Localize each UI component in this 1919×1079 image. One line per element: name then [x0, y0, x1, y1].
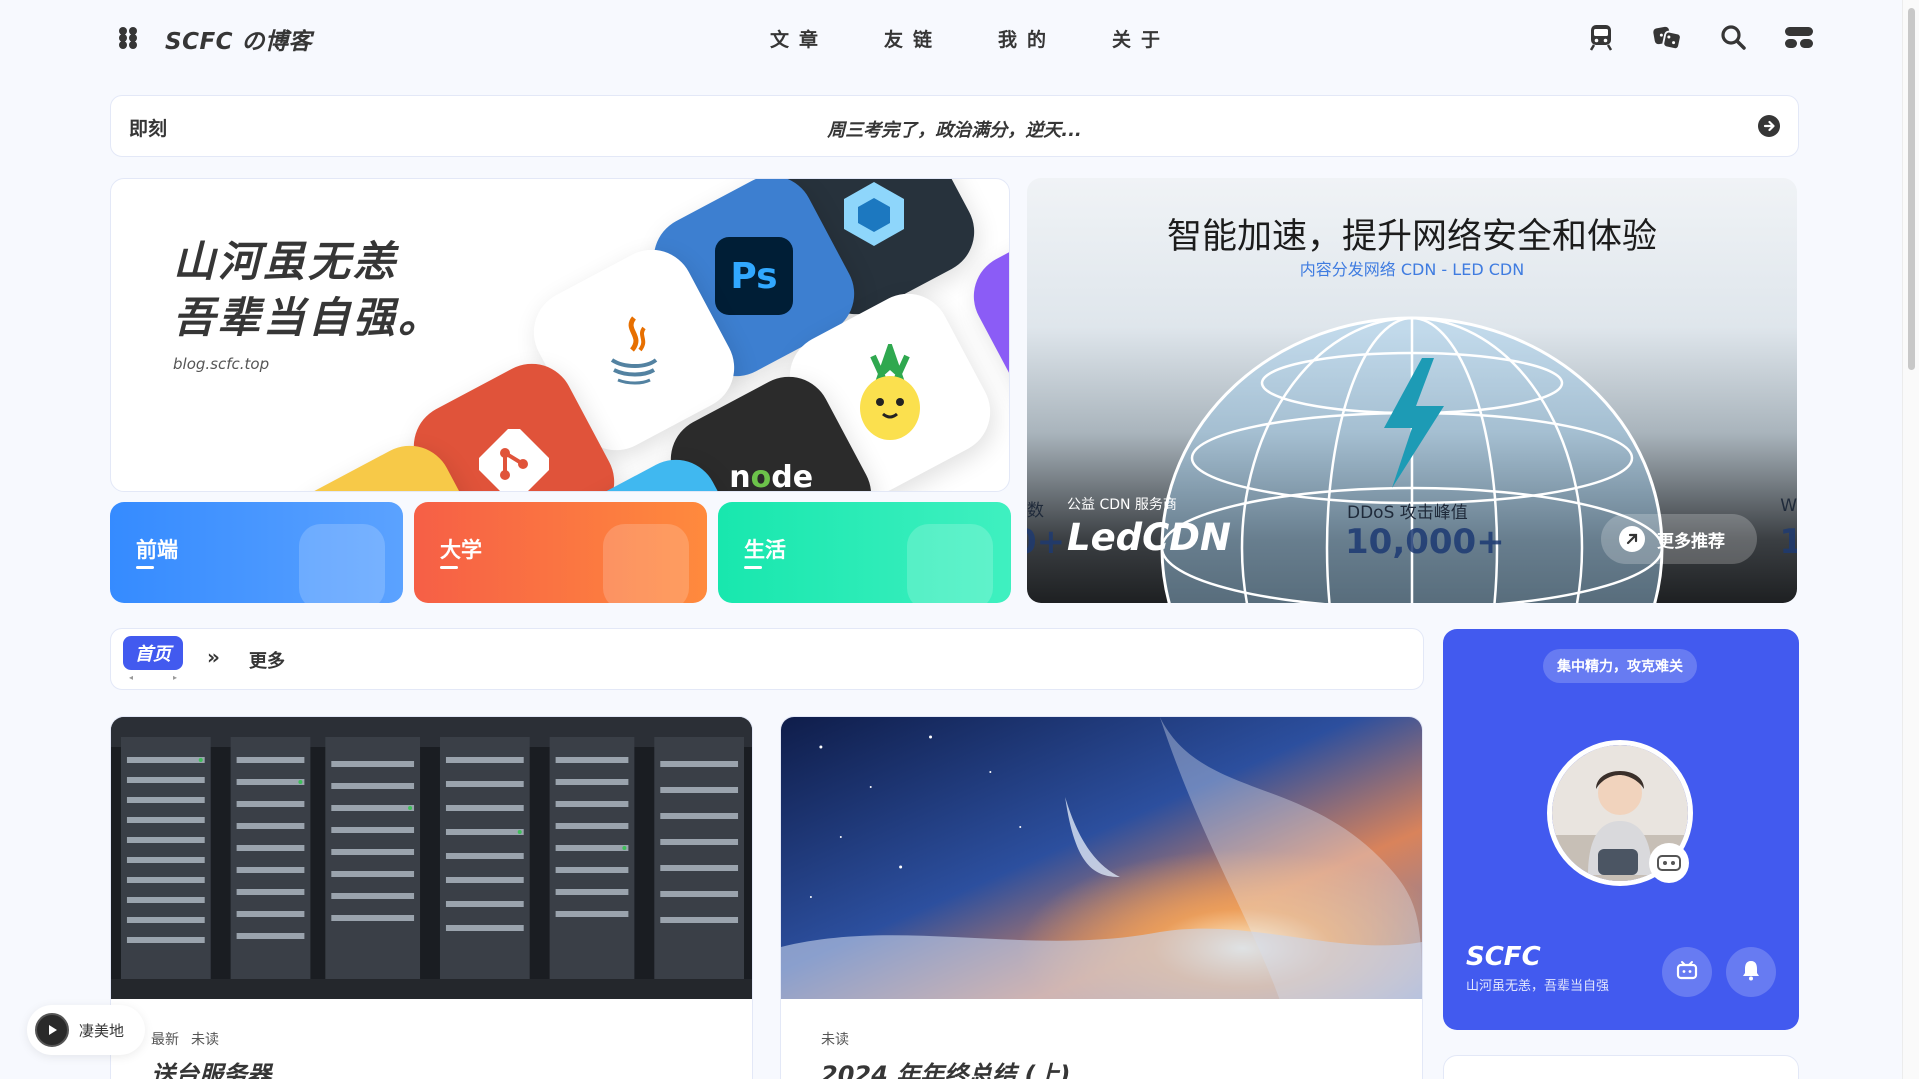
arrow-up-right-icon: [1619, 526, 1645, 552]
post-title[interactable]: 2024 年年终总结 (上): [821, 1055, 1070, 1079]
bell-icon: [1741, 959, 1761, 985]
status-badge-icon: [1649, 843, 1689, 883]
ad-subtitle: 内容分发网络 CDN - LED CDN: [1299, 260, 1525, 279]
hero-title-line1: 山河虽无恙: [173, 237, 399, 286]
search-icon[interactable]: [1718, 22, 1748, 52]
hero-title: 山河虽无恙 吾辈当自强。: [173, 234, 443, 346]
category-frontend[interactable]: 前端: [110, 502, 403, 603]
menu-item-mine[interactable]: 我的: [998, 25, 1056, 52]
ad-tagline: 公益 CDN 服务商: [1067, 497, 1177, 513]
train-icon[interactable]: [1586, 22, 1616, 52]
tab-scroll-indicator: ◂▸: [129, 673, 218, 682]
bilibili-icon: [1676, 960, 1698, 984]
server-rack-image: [111, 717, 752, 999]
ad-brand: LedCDN: [1067, 516, 1231, 559]
bulletin-bar[interactable]: 即刻 周三考完了，政治满分，逆天...: [110, 95, 1799, 157]
bilibili-button[interactable]: [1662, 947, 1712, 997]
post-card[interactable]: 最新 未读 送台服务器: [110, 716, 753, 1079]
category-frontend-label: 前端: [136, 534, 178, 569]
ad-banner[interactable]: 智能加速，提升网络安全和体验 内容分发网络 CDN - LED CDN 数 0+…: [1027, 178, 1797, 603]
menu-item-friends[interactable]: 友链: [884, 25, 942, 52]
menu-item-about[interactable]: 关于: [1112, 25, 1170, 52]
main-menu: 文章 友链 我的 关于: [770, 25, 1170, 52]
ad-edge-right-label: W: [1780, 496, 1797, 516]
author-description: 山河虽无恙，吾辈当自强: [1466, 979, 1610, 994]
ad-stat-label: DDoS 攻击峰值: [1347, 503, 1468, 523]
category-life[interactable]: 生活: [718, 502, 1011, 603]
tab-more[interactable]: 更多: [249, 647, 285, 673]
post-title[interactable]: 送台服务器: [151, 1055, 271, 1079]
bulletin-message[interactable]: 周三考完了，政治满分，逆天...: [111, 116, 1798, 142]
ad-edge-right-value: 1: [1779, 522, 1797, 562]
site-brand[interactable]: SCFC の博客: [165, 22, 312, 56]
notification-button[interactable]: [1726, 947, 1776, 997]
category-tabs-bar: 首页 ◂▸ » 更多: [110, 628, 1424, 690]
more-recommend-button[interactable]: 更多推荐: [1601, 514, 1757, 564]
menu-item-articles[interactable]: 文章: [770, 25, 828, 52]
music-player[interactable]: 凄美地: [27, 1005, 145, 1055]
bird-icon: [299, 524, 385, 603]
sidebar-card: [1443, 1055, 1799, 1079]
tag-unread[interactable]: 未读: [821, 1029, 849, 1049]
play-icon[interactable]: [35, 1013, 69, 1047]
double-chevron-icon[interactable]: »: [207, 645, 220, 669]
random-dice-icon[interactable]: [1652, 22, 1682, 52]
category-university[interactable]: 大学: [414, 502, 707, 603]
nav-tools: [1586, 22, 1814, 52]
photoshop-logo-text: Ps: [715, 237, 793, 315]
more-recommend-label: 更多推荐: [1657, 531, 1725, 552]
ad-headline: 智能加速，提升网络安全和体验: [1166, 217, 1657, 257]
category-life-label: 生活: [744, 534, 786, 569]
grid-menu-icon[interactable]: [118, 26, 140, 50]
song-title: 凄美地: [79, 1021, 125, 1040]
page-scrollbar[interactable]: [1902, 0, 1919, 1079]
console-icon[interactable]: [1784, 22, 1814, 52]
ad-edge-left-label: 数: [1027, 501, 1044, 521]
fire-icon: [603, 524, 689, 603]
top-nav: SCFC の博客 文章 友链 我的 关于: [0, 0, 1900, 76]
post-card[interactable]: 未读 2024 年年终总结 (上): [780, 716, 1423, 1079]
hero-title-line2: 吾辈当自强。: [173, 293, 444, 342]
ad-stat-value: 10,000+: [1345, 522, 1505, 562]
tag-unread[interactable]: 未读: [191, 1029, 219, 1049]
author-name[interactable]: SCFC: [1466, 942, 1541, 972]
tag-latest[interactable]: 最新: [151, 1029, 179, 1049]
document-icon: [907, 524, 993, 603]
category-university-label: 大学: [440, 534, 482, 569]
hero-url: blog.scfc.top: [173, 355, 270, 373]
post-tags: 最新 未读: [151, 1029, 219, 1049]
ad-edge-left-value: 0+: [1027, 522, 1066, 562]
arrow-right-icon[interactable]: [1758, 115, 1780, 137]
tab-home[interactable]: 首页: [123, 636, 183, 670]
night-sky-image: [781, 717, 1422, 999]
author-motto: 集中精力，攻克难关: [1543, 649, 1697, 683]
hero-banner[interactable]: 山河虽无恙 吾辈当自强。 blog.scfc.top Ps node: [110, 178, 1010, 492]
scrollbar-thumb[interactable]: [1908, 8, 1915, 370]
post-tags: 未读: [821, 1029, 849, 1049]
author-card: 集中精力，攻克难关 SCFC 山河虽无恙，吾辈当自强: [1443, 629, 1799, 1030]
